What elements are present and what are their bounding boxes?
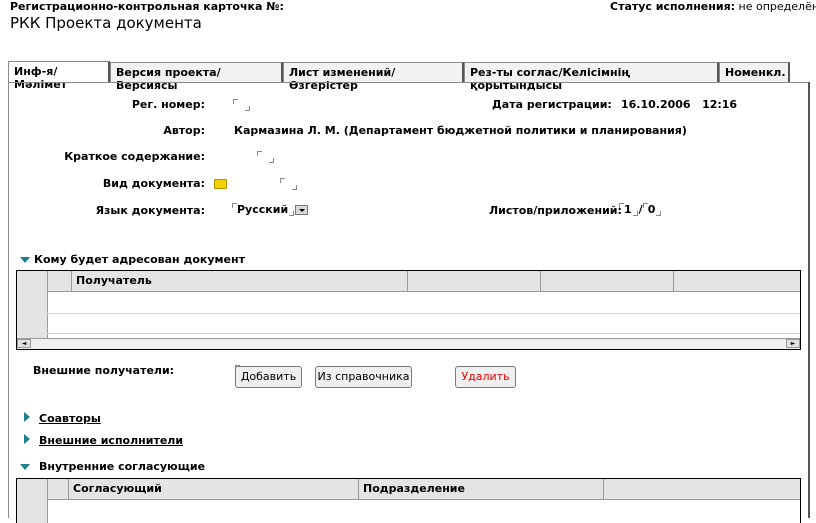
- horizontal-scrollbar[interactable]: ◄ ►: [17, 338, 800, 349]
- summary-field[interactable]: [256, 151, 276, 163]
- reg-date-value: 16.10.2006 12:16: [621, 98, 738, 111]
- external-recipients-label: Внешние получатели:: [33, 364, 175, 377]
- status-label: Статус исполнения:: [610, 0, 736, 13]
- panel-right-border: [808, 82, 810, 518]
- language-label: Язык документа:: [95, 204, 205, 217]
- table-row: [47, 333, 800, 334]
- internal-approvers-title: Внутренние согласующие: [39, 460, 206, 473]
- tab-nomenclature[interactable]: Номенкл.: [719, 62, 790, 82]
- language-value: Русский: [237, 203, 289, 216]
- reg-number-field[interactable]: [232, 99, 252, 111]
- column-header[interactable]: Согласующий: [68, 479, 358, 499]
- status: Статус исполнения: не определён: [610, 0, 816, 13]
- external-executors-section[interactable]: Внешние исполнители: [24, 434, 183, 447]
- reg-date-label: Дата регистрации:: [492, 98, 612, 111]
- status-value: не определён: [738, 0, 816, 13]
- delete-button[interactable]: Удалить: [455, 366, 516, 388]
- tab-info[interactable]: Инф-я/Мәлімет: [8, 61, 110, 91]
- panel-left-border: [8, 82, 9, 518]
- row-header-strip: [17, 499, 48, 523]
- coauthors-link[interactable]: Соавторы: [39, 412, 101, 425]
- add-button[interactable]: Добавить: [235, 366, 302, 388]
- page-title: РКК Проекта документа: [10, 14, 202, 32]
- recipients-section-header[interactable]: Кому будет адресован документ: [20, 253, 245, 266]
- approvers-table: Согласующий Подразделение: [16, 478, 801, 523]
- recipients-table: Получатель ◄ ►: [16, 270, 801, 350]
- internal-approvers-section[interactable]: Внутренние согласующие: [20, 460, 205, 473]
- triangle-down-icon: [20, 257, 30, 263]
- summary-label: Краткое содержание:: [64, 150, 205, 163]
- column-header[interactable]: [673, 271, 800, 291]
- triangle-right-icon: [24, 434, 30, 444]
- card-label: Регистрационно-контрольная карточка №:: [10, 0, 284, 13]
- scroll-left-icon[interactable]: ◄: [17, 339, 31, 348]
- scroll-right-icon[interactable]: ►: [786, 339, 800, 348]
- tab-project-version[interactable]: Версия проекта/Версиясы: [110, 62, 283, 92]
- triangle-down-icon: [20, 464, 30, 470]
- author-value: Кармазина Л. М. (Департамент бюджетной п…: [234, 124, 687, 137]
- reg-number-label: Рег. номер:: [131, 98, 205, 111]
- column-header[interactable]: [407, 271, 540, 291]
- panel-top-border: [8, 82, 808, 83]
- doc-type-field[interactable]: [279, 178, 299, 190]
- author-label: Автор:: [163, 124, 205, 137]
- tab-approval-results[interactable]: Рез-ты соглас/Келісімнің қорытындысы: [464, 62, 719, 92]
- attachments-value[interactable]: 0: [648, 203, 656, 216]
- triangle-right-icon: [24, 412, 30, 422]
- column-header[interactable]: [540, 271, 673, 291]
- sheets-fields: 1/0: [619, 203, 662, 216]
- recipients-section-title: Кому будет адресован документ: [34, 253, 245, 266]
- coauthors-section[interactable]: Соавторы: [24, 412, 101, 425]
- from-directory-button[interactable]: Из справочника: [315, 366, 412, 388]
- column-header[interactable]: Получатель: [71, 271, 407, 291]
- external-executors-link[interactable]: Внешние исполнители: [39, 434, 183, 447]
- language-select[interactable]: Русский: [232, 203, 309, 216]
- doc-type-label: Вид документа:: [102, 177, 205, 190]
- tab-change-list[interactable]: Лист изменений/Өзгерістер: [283, 62, 464, 92]
- dropdown-arrow-icon[interactable]: [295, 205, 309, 215]
- sheets-value[interactable]: 1: [624, 203, 632, 216]
- table-row: [47, 313, 800, 314]
- sheets-label: Листов/приложений:: [489, 204, 622, 217]
- column-header[interactable]: [603, 479, 800, 499]
- folder-icon[interactable]: [214, 179, 227, 189]
- column-header[interactable]: Подразделение: [358, 479, 603, 499]
